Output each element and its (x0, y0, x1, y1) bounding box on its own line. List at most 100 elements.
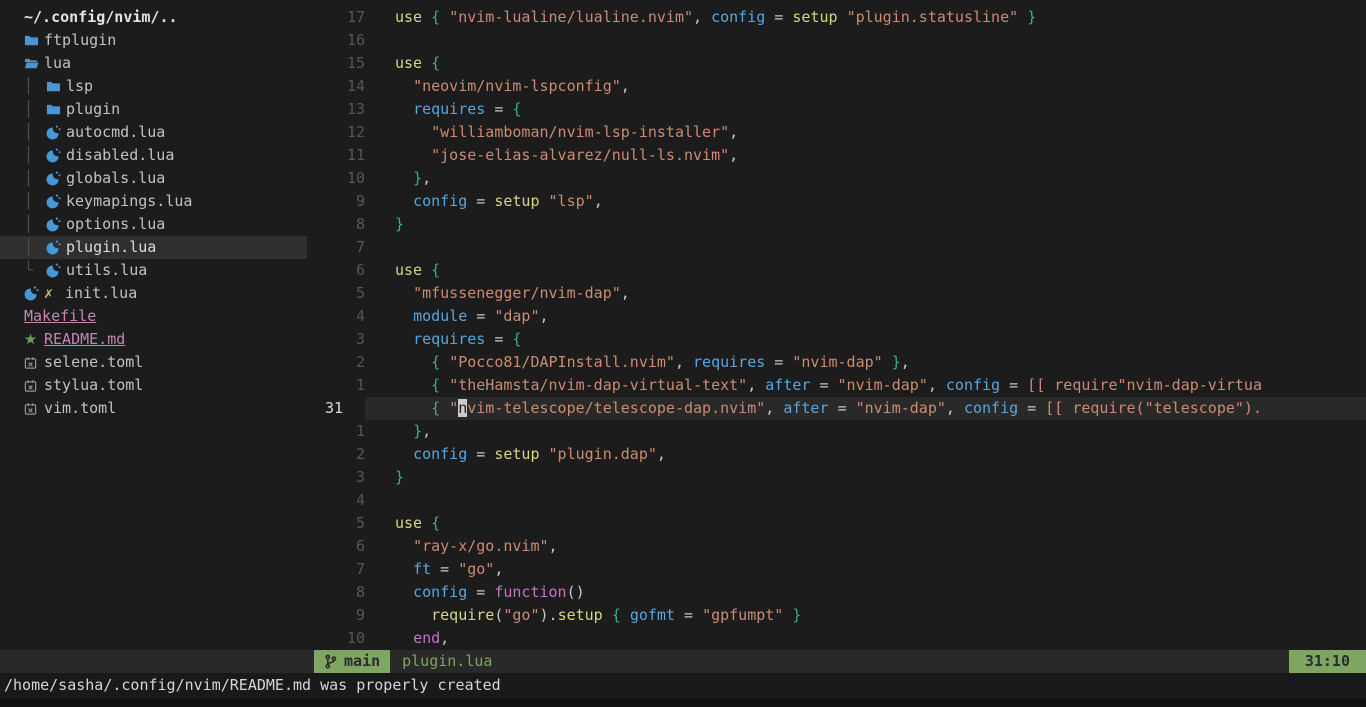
editor-line-current[interactable]: 31 { "nvim-telescope/telescope-dap.nvim"… (307, 397, 1366, 420)
editor-line[interactable]: 16 (307, 29, 1366, 52)
line-number: 12 (325, 121, 365, 144)
tree-item-lua[interactable]: lua (0, 52, 307, 75)
code-line-text: }, (365, 420, 1366, 443)
line-number: 11 (325, 144, 365, 167)
editor-line[interactable]: 11 "jose-elias-alvarez/null-ls.nvim", (307, 144, 1366, 167)
tree-item-label: stylua.toml (44, 374, 143, 397)
line-number: 2 (325, 351, 365, 374)
tree-item-lsp[interactable]: │lsp (0, 75, 307, 98)
editor-line[interactable]: 6use { (307, 259, 1366, 282)
code-line-text: use { (365, 259, 1366, 282)
bottom-padding (0, 699, 1366, 707)
folder-closed-icon (24, 33, 44, 48)
editor-buffer[interactable]: 17use { "nvim-lualine/lualine.nvim", con… (307, 0, 1366, 650)
editor-line[interactable]: 7 ft = "go", (307, 558, 1366, 581)
tree-item-label: plugin.lua (66, 236, 156, 259)
editor-line[interactable]: 1 }, (307, 420, 1366, 443)
tree-item-vim-toml[interactable]: vim.toml (0, 397, 307, 420)
tree-item-autocmd-lua[interactable]: │ autocmd.lua (0, 121, 307, 144)
editor-line[interactable]: 1 { "theHamsta/nvim-dap-virtual-text", a… (307, 374, 1366, 397)
line-number: 7 (325, 558, 365, 581)
tree-item-label: init.lua (65, 282, 137, 305)
tree-item-plugin[interactable]: │plugin (0, 98, 307, 121)
code-line-text (365, 236, 1366, 259)
editor-line[interactable]: 5 "mfussenegger/nvim-dap", (307, 282, 1366, 305)
tree-item-plugin-lua[interactable]: │ plugin.lua (0, 236, 307, 259)
code-line-text: "ray-x/go.nvim", (365, 535, 1366, 558)
code-line-text: use { (365, 512, 1366, 535)
code-line-text: } (365, 466, 1366, 489)
tree-item-ftplugin[interactable]: ftplugin (0, 29, 307, 52)
editor-line[interactable]: 10 }, (307, 167, 1366, 190)
editor-line[interactable]: 2 config = setup "plugin.dap", (307, 443, 1366, 466)
lua-icon (46, 171, 66, 186)
editor-line[interactable]: 12 "williamboman/nvim-lsp-installer", (307, 121, 1366, 144)
tree-item-readme-md[interactable]: README.md (0, 328, 307, 351)
lua-icon (46, 125, 66, 140)
code-line-text: "jose-elias-alvarez/null-ls.nvim", (365, 144, 1366, 167)
code-line-text: { "Pocco81/DAPInstall.nvim", requires = … (365, 351, 1366, 374)
code-line-text: requires = { (365, 328, 1366, 351)
editor-line[interactable]: 10 end, (307, 627, 1366, 650)
editor-line[interactable]: 15use { (307, 52, 1366, 75)
line-number: 7 (325, 236, 365, 259)
tree-item-label: plugin (66, 98, 120, 121)
editor-line[interactable]: 8 config = function() (307, 581, 1366, 604)
lua-icon (24, 286, 44, 301)
code-line-text: config = setup "plugin.dap", (365, 443, 1366, 466)
tree-indent-guide: │ (24, 236, 46, 259)
tree-item-globals-lua[interactable]: │globals.lua (0, 167, 307, 190)
line-number: 10 (325, 627, 365, 650)
tree-item-stylua-toml[interactable]: stylua.toml (0, 374, 307, 397)
code-line-text: module = "dap", (365, 305, 1366, 328)
code-line-text: }, (365, 167, 1366, 190)
editor-line[interactable]: 9 require("go").setup { gofmt = "gpfumpt… (307, 604, 1366, 627)
statusline: main plugin.lua 31:10 (0, 650, 1366, 673)
tree-indent-guide: │ (24, 190, 46, 213)
tree-item-makefile[interactable]: Makefile (0, 305, 307, 328)
tree-item-init-lua[interactable]: ✗init.lua (0, 282, 307, 305)
code-line-text: config = setup "lsp", (365, 190, 1366, 213)
editor-line[interactable]: 8} (307, 213, 1366, 236)
tree-indent-guide: │ (24, 121, 46, 144)
line-number: 5 (325, 282, 365, 305)
editor-line[interactable]: 3} (307, 466, 1366, 489)
toml-icon (24, 379, 44, 393)
tree-item-label: autocmd.lua (66, 121, 165, 144)
git-branch-badge: main (314, 650, 390, 673)
lua-icon (46, 263, 66, 278)
line-number: 2 (325, 443, 365, 466)
editor-line[interactable]: 17use { "nvim-lualine/lualine.nvim", con… (307, 6, 1366, 29)
code-line-text: "neovim/nvim-lspconfig", (365, 75, 1366, 98)
editor-line[interactable]: 14 "neovim/nvim-lspconfig", (307, 75, 1366, 98)
editor-line[interactable]: 4 (307, 489, 1366, 512)
tree-item-disabled-lua[interactable]: │disabled.lua (0, 144, 307, 167)
tree-item-label: globals.lua (66, 167, 165, 190)
folder-open-icon (24, 56, 44, 71)
tree-item-selene-toml[interactable]: selene.toml (0, 351, 307, 374)
star-icon (24, 333, 44, 346)
line-number: 4 (325, 489, 365, 512)
editor-line[interactable]: 2 { "Pocco81/DAPInstall.nvim", requires … (307, 351, 1366, 374)
editor-line[interactable]: 7 (307, 236, 1366, 259)
line-number: 1 (325, 420, 365, 443)
tree-item-utils-lua[interactable]: └utils.lua (0, 259, 307, 282)
editor-line[interactable]: 6 "ray-x/go.nvim", (307, 535, 1366, 558)
editor-line[interactable]: 13 requires = { (307, 98, 1366, 121)
code-line-text (365, 489, 1366, 512)
line-number: 16 (325, 29, 365, 52)
tree-item-keymapings-lua[interactable]: │keymapings.lua (0, 190, 307, 213)
editor-line[interactable]: 5use { (307, 512, 1366, 535)
code-line-text: use { (365, 52, 1366, 75)
lua-icon (46, 194, 66, 209)
nvim-window: ~/.config/nvim/.. ftpluginlua│lsp│plugin… (0, 0, 1366, 707)
folder-closed-icon (46, 102, 66, 117)
tree-item-options-lua[interactable]: │options.lua (0, 213, 307, 236)
line-number: 1 (325, 374, 365, 397)
git-branch-icon (324, 654, 337, 669)
editor-line[interactable]: 3 requires = { (307, 328, 1366, 351)
editor-line[interactable]: 9 config = setup "lsp", (307, 190, 1366, 213)
tree-item-label: utils.lua (66, 259, 147, 282)
code-line-text: { "theHamsta/nvim-dap-virtual-text", aft… (365, 374, 1366, 397)
editor-line[interactable]: 4 module = "dap", (307, 305, 1366, 328)
